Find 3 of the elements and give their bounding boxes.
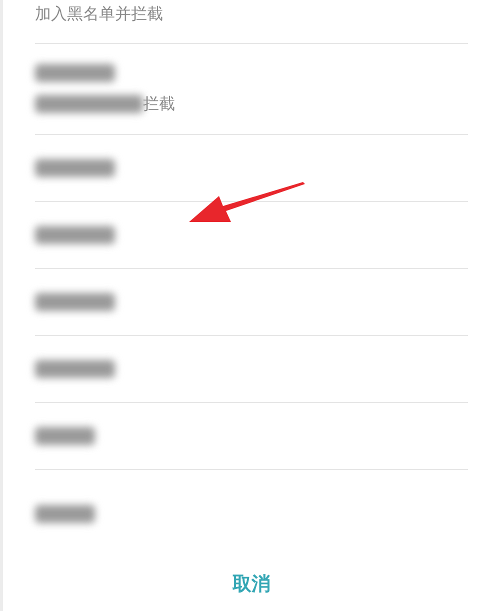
- item-subtitle: 拦截: [143, 94, 175, 114]
- cancel-button[interactable]: 取消: [224, 570, 278, 599]
- item-subtitle: 加入黑名单并拦截: [35, 4, 163, 24]
